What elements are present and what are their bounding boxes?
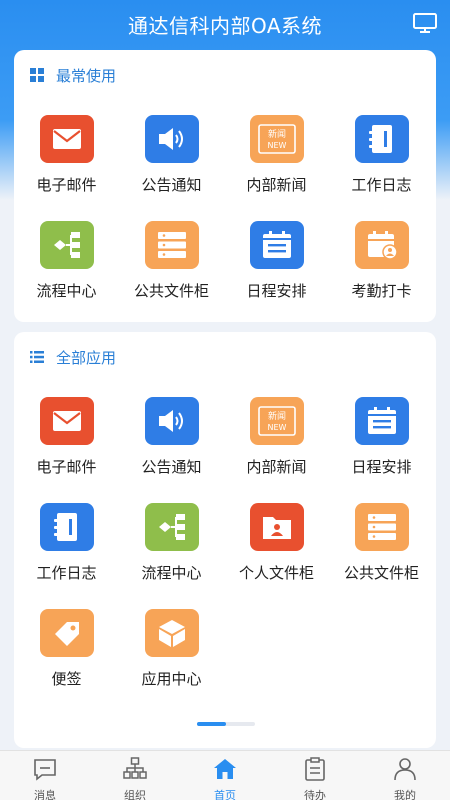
- app-label: 工作日志: [36, 564, 97, 582]
- personal-folder-icon: [249, 503, 304, 551]
- app-tile[interactable]: 公共文件柜: [329, 488, 434, 584]
- page-indicator-active: [197, 722, 226, 726]
- tab-org[interactable]: 组织: [90, 751, 180, 800]
- app-label: 日程安排: [246, 282, 307, 300]
- app-label: 内部新闻: [246, 458, 307, 476]
- speaker-icon: [144, 397, 199, 445]
- app-label: 电子邮件: [36, 176, 97, 194]
- grid-icon: [30, 68, 44, 82]
- app-label: 应用中心: [141, 670, 202, 688]
- app-tile[interactable]: 考勤打卡: [329, 206, 434, 302]
- all-apps-card: 全部应用 电子邮件 公告通知 新闻 NEW 内部新闻 日程安排工作日志 流程中心 个人文件柜 公…: [14, 332, 436, 748]
- frequent-apps-header: 最常使用: [14, 50, 436, 100]
- app-label: 流程中心: [36, 282, 97, 300]
- list-icon: [30, 351, 44, 363]
- tab-label: 组织: [124, 789, 146, 800]
- page-indicator[interactable]: [197, 722, 255, 726]
- flow-icon: [144, 503, 199, 551]
- bottom-tab-bar: 消息 组织 首页 待办 我的: [0, 750, 450, 800]
- news-icon-text-top: 新闻: [267, 128, 285, 140]
- cabinet-icon: [144, 221, 199, 269]
- cube-icon: [144, 609, 199, 657]
- tab-user[interactable]: 我的: [360, 751, 450, 800]
- app-label: 公告通知: [141, 458, 202, 476]
- app-label: 便签: [51, 670, 82, 688]
- monitor-icon[interactable]: [412, 12, 438, 34]
- app-title: 通达信科内部OA系统: [127, 13, 323, 38]
- app-tile[interactable]: 工作日志: [329, 100, 434, 196]
- tab-label: 待办: [304, 789, 326, 800]
- app-tile[interactable]: 工作日志: [14, 488, 119, 584]
- cabinet-icon: [354, 503, 409, 551]
- app-tile[interactable]: 公告通知: [119, 382, 224, 478]
- mail-icon: [39, 397, 94, 445]
- notebook-icon: [354, 115, 409, 163]
- app-tile[interactable]: 个人文件柜: [224, 488, 329, 584]
- clipboard-icon: [302, 756, 328, 786]
- app-tile[interactable]: 流程中心: [119, 488, 224, 584]
- news-icon: 新闻 NEW: [249, 397, 304, 445]
- app-label: 公共文件柜: [343, 564, 419, 582]
- tab-label: 我的: [394, 789, 416, 800]
- all-apps-title: 全部应用: [56, 348, 117, 367]
- app-label: 内部新闻: [246, 176, 307, 194]
- app-tile[interactable]: 电子邮件: [14, 382, 119, 478]
- app-tile[interactable]: 公告通知: [119, 100, 224, 196]
- app-label: 日程安排: [351, 458, 412, 476]
- mail-icon: [39, 115, 94, 163]
- frequent-apps-title: 最常使用: [56, 66, 117, 85]
- tab-label: 首页: [214, 789, 236, 800]
- tab-home[interactable]: 首页: [180, 751, 270, 800]
- all-apps-header: 全部应用: [14, 332, 436, 382]
- calendar-icon: [354, 397, 409, 445]
- tag-icon: [39, 609, 94, 657]
- app-label: 工作日志: [351, 176, 412, 194]
- news-icon-text-bottom: NEW: [267, 141, 286, 150]
- app-label: 个人文件柜: [238, 564, 314, 582]
- news-icon-text-bottom: NEW: [267, 423, 286, 432]
- org-icon: [122, 756, 148, 786]
- app-tile[interactable]: 应用中心: [119, 594, 224, 690]
- message-icon: [32, 756, 58, 786]
- user-icon: [392, 756, 418, 786]
- news-icon-text-top: 新闻: [267, 410, 285, 422]
- app-tile[interactable]: 日程安排: [224, 206, 329, 302]
- app-tile[interactable]: 新闻 NEW 内部新闻: [224, 100, 329, 196]
- app-tile[interactable]: 电子邮件: [14, 100, 119, 196]
- calendar-icon: [249, 221, 304, 269]
- app-label: 考勤打卡: [351, 282, 412, 300]
- app-tile[interactable]: 流程中心: [14, 206, 119, 302]
- news-icon: 新闻 NEW: [249, 115, 304, 163]
- notebook-icon: [39, 503, 94, 551]
- tab-message[interactable]: 消息: [0, 751, 90, 800]
- app-label: 流程中心: [141, 564, 202, 582]
- app-label: 电子邮件: [36, 458, 97, 476]
- app-header: 通达信科内部OA系统: [0, 0, 450, 48]
- tab-clipboard[interactable]: 待办: [270, 751, 360, 800]
- app-tile[interactable]: 便签: [14, 594, 119, 690]
- app-tile[interactable]: 新闻 NEW 内部新闻: [224, 382, 329, 478]
- flow-icon: [39, 221, 94, 269]
- speaker-icon: [144, 115, 199, 163]
- home-icon: [212, 756, 238, 786]
- app-label: 公共文件柜: [133, 282, 209, 300]
- app-label: 公告通知: [141, 176, 202, 194]
- app-tile[interactable]: 日程安排: [329, 382, 434, 478]
- tab-label: 消息: [34, 789, 56, 800]
- frequent-apps-card: 最常使用 电子邮件 公告通知 新闻 NEW 内部新闻 工作日志流程中心 公共文件柜 日程安排 考…: [14, 50, 436, 322]
- app-tile[interactable]: 公共文件柜: [119, 206, 224, 302]
- attendance-icon: [354, 221, 409, 269]
